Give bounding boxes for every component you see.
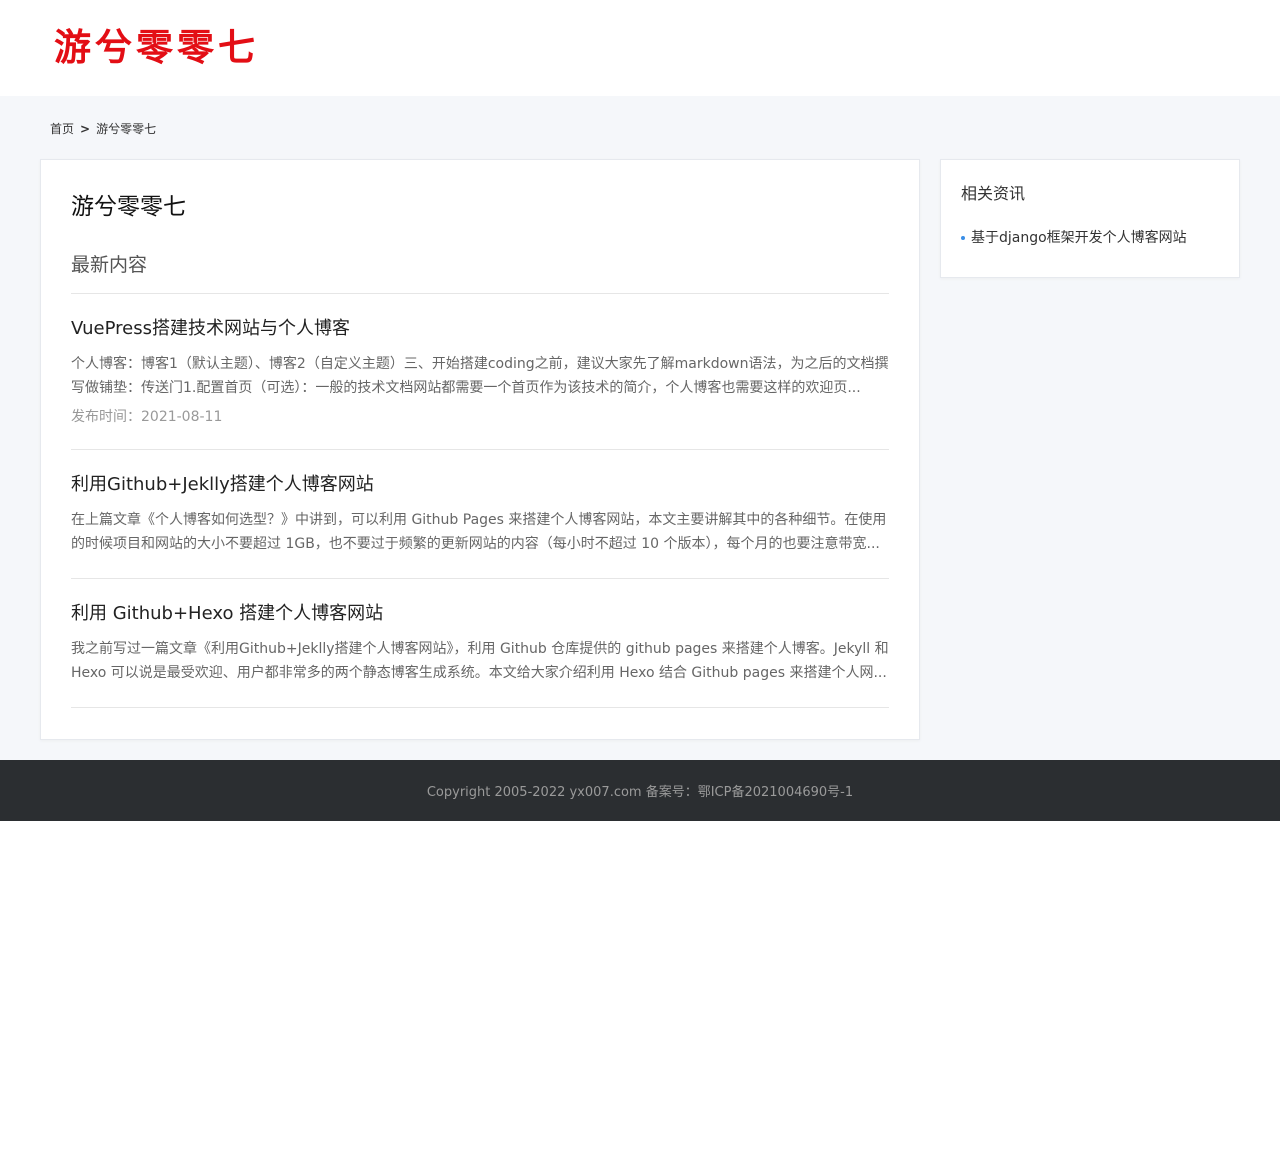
site-logo[interactable]: 游兮零零七 — [54, 17, 259, 71]
site-header: 游兮零零七 — [0, 0, 1280, 96]
section-title: 最新内容 — [71, 251, 889, 294]
related-news-link[interactable]: 基于django框架开发个人博客网站 — [971, 226, 1187, 250]
post-title-link[interactable]: 利用Github+Jeklly搭建个人博客网站 — [71, 472, 889, 498]
post-item: VuePress搭建技术网站与个人博客 个人博客：博客1（默认主题）、博客2（自… — [71, 294, 889, 450]
post-item: 利用 Github+Hexo 搭建个人博客网站 我之前写过一篇文章《利用Gith… — [71, 579, 889, 708]
footer-copyright: Copyright 2005-2022 yx007.com 备案号：鄂ICP备2… — [426, 785, 854, 800]
related-news-panel: 相关资讯 基于django框架开发个人博客网站 — [940, 159, 1240, 278]
post-title-link[interactable]: VuePress搭建技术网站与个人博客 — [71, 316, 889, 342]
post-excerpt: 个人博客：博客1（默认主题）、博客2（自定义主题）三、开始搭建coding之前，… — [71, 356, 889, 396]
breadcrumb-separator: > — [80, 122, 91, 136]
main-area: 首页 > 游兮零零七 游兮零零七 最新内容 VuePress搭建技术网站与个人博客 … — [0, 96, 1280, 760]
post-item: 利用Github+Jeklly搭建个人博客网站 在上篇文章《个人博客如何选型？》… — [71, 450, 889, 579]
related-news-list: 基于django框架开发个人博客网站 — [961, 226, 1219, 250]
breadcrumb-home-link[interactable]: 首页 — [50, 122, 74, 136]
post-excerpt: 在上篇文章《个人博客如何选型？》中讲到，可以利用 Github Pages 来搭… — [71, 512, 887, 552]
related-news-title: 相关资讯 — [961, 184, 1026, 203]
related-news-item: 基于django框架开发个人博客网站 — [961, 226, 1219, 250]
bullet-dot-icon — [961, 236, 965, 240]
site-footer: Copyright 2005-2022 yx007.com 备案号：鄂ICP备2… — [0, 760, 1280, 821]
post-title-link[interactable]: 利用 Github+Hexo 搭建个人博客网站 — [71, 601, 889, 627]
page-title: 游兮零零七 — [71, 194, 186, 220]
post-date: 发布时间：2021-08-11 — [71, 409, 223, 425]
post-excerpt: 我之前写过一篇文章《利用Github+Jeklly搭建个人博客网站》，利用 Gi… — [71, 641, 889, 681]
breadcrumb-current: 游兮零零七 — [96, 122, 157, 136]
breadcrumb: 首页 > 游兮零零七 — [0, 120, 1280, 138]
article-list-panel: 游兮零零七 最新内容 VuePress搭建技术网站与个人博客 个人博客：博客1（… — [40, 159, 920, 740]
